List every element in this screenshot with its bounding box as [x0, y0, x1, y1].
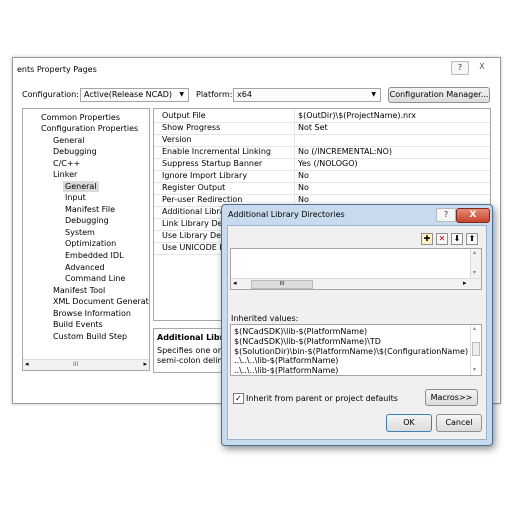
- tree-item[interactable]: Advanced: [65, 262, 105, 273]
- platform-select[interactable]: x64 ▼: [233, 88, 381, 102]
- grid-row-name: Use UNICODE Re: [162, 243, 230, 252]
- additional-library-directories-dialog: Additional Library Directories ? X ✚ ✕ ⬇…: [221, 204, 493, 446]
- scroll-thumb[interactable]: III: [251, 280, 313, 289]
- tree-item[interactable]: Manifest File: [65, 204, 115, 215]
- tree-item[interactable]: Optimization: [65, 238, 116, 249]
- grid-row-value: $(OutDir)\$(ProjectName).nrx: [298, 111, 416, 120]
- inherited-value: $(NCadSDK)\lib-$(PlatformName): [234, 327, 368, 336]
- scroll-down-icon[interactable]: ▾: [473, 366, 476, 373]
- tree-item[interactable]: Browse Information: [53, 308, 131, 319]
- tree-item[interactable]: Debugging: [53, 146, 97, 157]
- delete-icon[interactable]: ✕: [436, 233, 448, 245]
- tree-item-selected[interactable]: General: [63, 181, 99, 192]
- platform-label: Platform:: [196, 90, 233, 99]
- help-button[interactable]: ?: [451, 61, 469, 75]
- scroll-up-icon[interactable]: ▴: [473, 325, 476, 332]
- grid-row-name: Ignore Import Library: [162, 171, 248, 180]
- grid-row-value: No: [298, 171, 309, 180]
- configuration-select[interactable]: Active(Release NCAD) ▼: [80, 88, 189, 102]
- tree-item[interactable]: Linker: [53, 169, 77, 180]
- tree-item[interactable]: Manifest Tool: [53, 285, 105, 296]
- ok-button[interactable]: OK: [386, 414, 432, 432]
- inherited-values-list[interactable]: $(NCadSDK)\lib-$(PlatformName) $(NCadSDK…: [230, 324, 482, 376]
- move-down-icon[interactable]: ⬇: [451, 233, 463, 245]
- inherited-value: ..\..\..\lib-$(PlatformName): [234, 366, 339, 375]
- grid-row-name: Suppress Startup Banner: [162, 159, 263, 168]
- platform-value: x64: [237, 90, 252, 99]
- grid-row-value: No (/INCREMENTAL:NO): [298, 147, 393, 156]
- configuration-label: Configuration:: [22, 90, 79, 99]
- tree-item[interactable]: XML Document Generator: [53, 296, 149, 307]
- tree-item[interactable]: System: [65, 227, 95, 238]
- dialog-close-button[interactable]: X: [456, 208, 490, 223]
- directories-list[interactable]: ▴ ▾ ◂ III ▸: [230, 248, 482, 290]
- inherit-label: Inherit from parent or project defaults: [246, 394, 398, 403]
- tree-horizontal-scrollbar[interactable]: ◂ III ▸: [23, 359, 149, 370]
- configuration-value: Active(Release NCAD): [84, 90, 172, 99]
- list-vertical-scrollbar[interactable]: ▴ ▾: [470, 249, 481, 279]
- scroll-left-icon[interactable]: ◂: [25, 360, 29, 368]
- scroll-right-icon[interactable]: ▸: [143, 360, 147, 368]
- inherited-value: $(SolutionDir)\bin-$(PlatformName)\$(Con…: [234, 347, 469, 356]
- dialog-title: Additional Library Directories: [228, 210, 345, 219]
- scroll-thumb-icon[interactable]: [472, 342, 480, 356]
- grid-row-value: No: [298, 183, 309, 192]
- tree-item[interactable]: Embedded IDL: [65, 250, 124, 261]
- configuration-manager-button[interactable]: Configuration Manager...: [388, 87, 490, 103]
- tree-item[interactable]: C/C++: [53, 158, 80, 169]
- chevron-down-icon: ▼: [371, 91, 376, 98]
- move-up-icon[interactable]: ⬆: [466, 233, 478, 245]
- tree-item[interactable]: Custom Build Step: [53, 331, 127, 342]
- grid-row-name: Show Progress: [162, 123, 221, 132]
- macros-button[interactable]: Macros>>: [425, 389, 478, 406]
- tree-item[interactable]: Debugging: [65, 215, 109, 226]
- grid-row-value: Not Set: [298, 123, 328, 132]
- list-horizontal-scrollbar[interactable]: ◂ III ▸: [231, 278, 481, 289]
- scroll-right-icon[interactable]: ▸: [463, 279, 467, 287]
- scroll-left-icon[interactable]: ◂: [233, 279, 237, 287]
- grid-row-value: Yes (/NOLOGO): [298, 159, 358, 168]
- property-tree[interactable]: Common Properties Configuration Properti…: [22, 108, 150, 371]
- inherited-value: $(NCadSDK)\lib-$(PlatformName)\TD: [234, 337, 381, 346]
- dialog-help-button[interactable]: ?: [436, 208, 456, 222]
- chevron-down-icon: ▼: [179, 91, 184, 98]
- scroll-up-icon[interactable]: ▴: [473, 249, 476, 256]
- scroll-down-icon[interactable]: ▾: [473, 269, 476, 276]
- new-folder-icon[interactable]: ✚: [421, 233, 433, 245]
- grid-row-name: Enable Incremental Linking: [162, 147, 271, 156]
- tree-item[interactable]: Common Properties: [41, 112, 120, 123]
- close-button[interactable]: X: [475, 61, 489, 73]
- cancel-button[interactable]: Cancel: [436, 414, 482, 432]
- window-title: ents Property Pages: [17, 65, 97, 74]
- inherited-vertical-scrollbar[interactable]: ▴ ▾: [470, 325, 481, 375]
- scroll-thumb[interactable]: III: [73, 361, 78, 368]
- inherited-value: ..\..\..\lib-$(PlatformName): [234, 356, 339, 365]
- dialog-body: ✚ ✕ ⬇ ⬆ ▴ ▾ ◂ III ▸ Inherited values: $(…: [227, 225, 487, 440]
- tree-item[interactable]: Build Events: [53, 319, 103, 330]
- grid-row-name: Version: [162, 135, 192, 144]
- tree-item[interactable]: Input: [65, 192, 86, 203]
- grid-row-name: Register Output: [162, 183, 226, 192]
- inherit-checkbox[interactable]: ✓: [233, 393, 244, 404]
- tree-item[interactable]: Configuration Properties: [41, 123, 138, 134]
- inherited-values-label: Inherited values:: [231, 314, 299, 323]
- tree-item[interactable]: Command Line: [65, 273, 125, 284]
- tree-item[interactable]: General: [53, 135, 85, 146]
- grid-row-name: Output File: [162, 111, 206, 120]
